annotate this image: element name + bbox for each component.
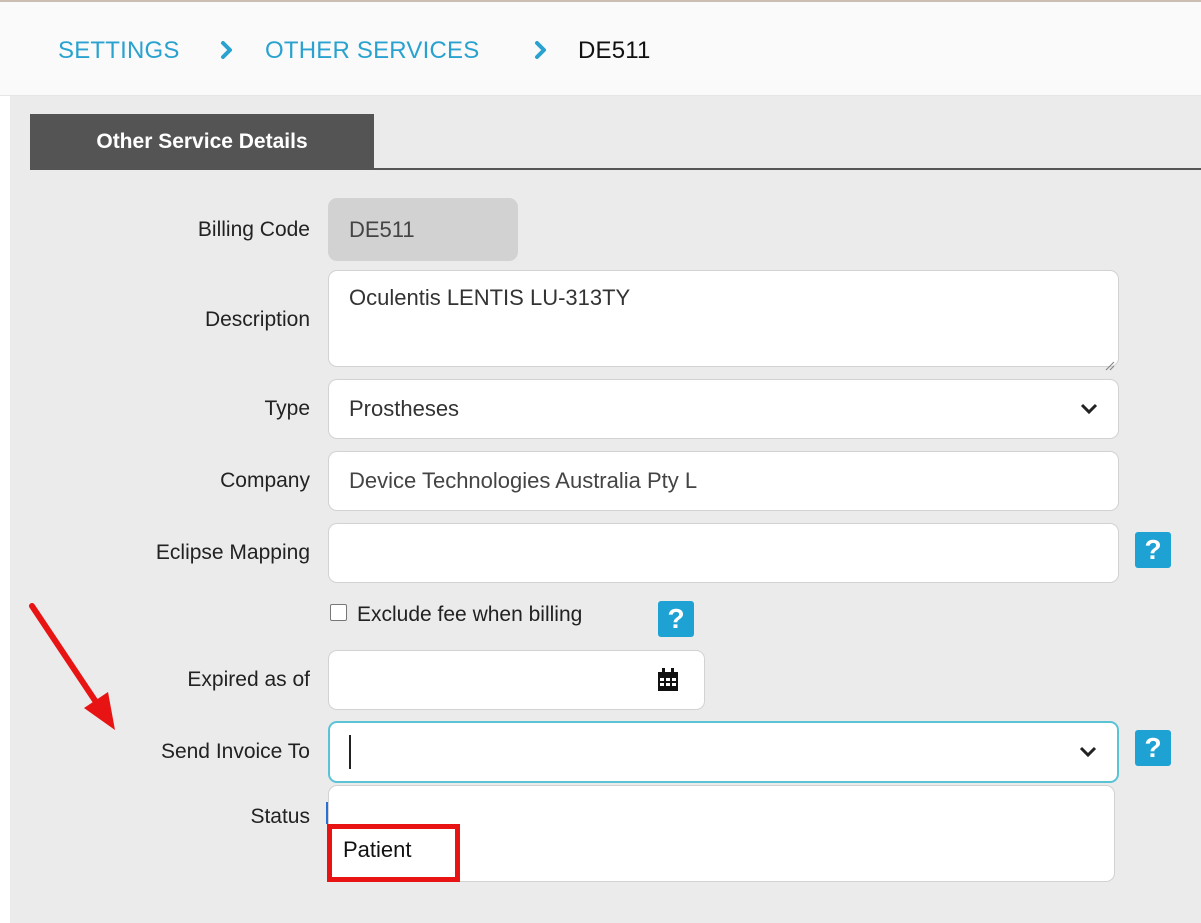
dropdown-option-empty[interactable] (341, 792, 1101, 822)
breadcrumb: SETTINGS OTHER SERVICES DE511 (0, 2, 1201, 96)
description-value: Oculentis LENTIS LU-313TY (349, 285, 631, 310)
company-input[interactable]: Device Technologies Australia Pty L (328, 451, 1119, 511)
company-label: Company (220, 469, 310, 492)
calendar-icon[interactable] (657, 668, 679, 692)
chevron-right-icon (534, 41, 548, 59)
tab-other-service-details[interactable]: Other Service Details (30, 114, 374, 170)
breadcrumb-current: DE511 (578, 37, 651, 64)
exclude-fee-help-icon[interactable]: ? (658, 601, 694, 637)
description-textarea[interactable]: Oculentis LENTIS LU-313TY (328, 270, 1119, 371)
exclude-fee-checkbox[interactable] (330, 604, 347, 621)
text-cursor (349, 735, 351, 769)
type-select[interactable]: Prostheses (328, 379, 1119, 439)
company-value: Device Technologies Australia Pty L (349, 468, 698, 493)
status-label: Status (250, 805, 310, 828)
billing-code-value: DE511 (349, 216, 415, 242)
eclipse-mapping-help-icon[interactable]: ? (1135, 532, 1171, 568)
patient-highlight-box (327, 824, 460, 882)
chevron-down-icon (1080, 403, 1098, 415)
send-invoice-to-help-icon[interactable]: ? (1135, 730, 1171, 766)
description-label: Description (204, 308, 310, 331)
billing-code-label: Billing Code (197, 218, 310, 241)
chevron-down-icon (1079, 746, 1097, 758)
eclipse-mapping-label: Eclipse Mapping (155, 541, 310, 564)
exclude-fee-label: Exclude fee when billing (357, 603, 583, 626)
type-value: Prostheses (349, 396, 460, 421)
eclipse-mapping-input[interactable] (328, 523, 1119, 583)
chevron-right-icon (220, 41, 234, 59)
breadcrumb-settings-link[interactable]: SETTINGS (58, 36, 180, 66)
send-invoice-to-select[interactable] (328, 721, 1119, 783)
annotation-arrow-icon (29, 603, 115, 730)
breadcrumb-other-services-link[interactable]: OTHER SERVICES (265, 36, 479, 66)
resize-handle-icon[interactable] (1103, 351, 1115, 371)
send-invoice-to-label: Send Invoice To (160, 740, 310, 763)
type-label: Type (264, 397, 310, 420)
billing-code-field: DE511 (328, 198, 518, 261)
tab-strip: Other Service Details (30, 114, 1201, 170)
expired-as-of-input[interactable] (328, 650, 705, 710)
